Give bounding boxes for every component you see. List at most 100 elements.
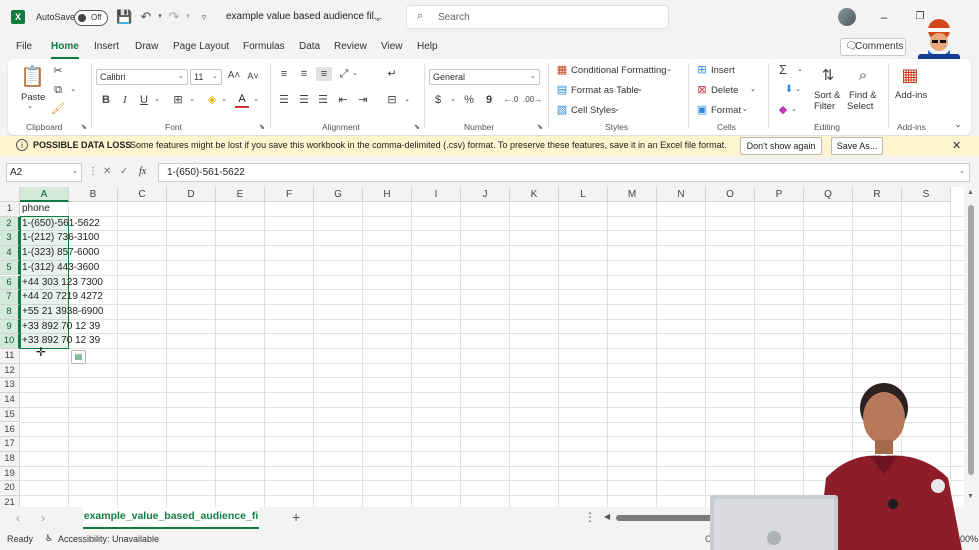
collapse-ribbon-icon[interactable]: ⌄: [952, 117, 964, 131]
row-header-18[interactable]: 18: [0, 451, 20, 467]
align-center-icon[interactable]: ☰: [297, 93, 311, 107]
row-header-17[interactable]: 17: [0, 437, 20, 452]
title-chevron-down-icon[interactable]: ⌄: [370, 10, 386, 26]
row-header-7[interactable]: 7: [0, 290, 20, 305]
sort-filter-label-2[interactable]: Filter: [814, 101, 835, 112]
scroll-left-icon[interactable]: ◀: [604, 512, 610, 521]
format-as-table-icon[interactable]: ▤: [556, 83, 568, 97]
tab-review[interactable]: Review: [334, 41, 367, 52]
column-header-g[interactable]: G: [314, 187, 363, 202]
merge-center-icon[interactable]: ⊟: [385, 93, 399, 107]
row-header-9[interactable]: 9: [0, 319, 20, 335]
increase-indent-icon[interactable]: ⇥: [356, 93, 370, 107]
row-header-12[interactable]: 12: [0, 363, 20, 379]
customize-toolbar-icon[interactable]: ▿: [196, 9, 212, 25]
clear-dropdown-icon[interactable]: ⌄: [790, 103, 798, 117]
cell-a3[interactable]: 1-(212) 736-3100: [22, 231, 99, 246]
column-header-r[interactable]: R: [853, 187, 902, 202]
prev-sheet-icon[interactable]: ‹: [16, 511, 20, 525]
scroll-up-icon[interactable]: ▲: [967, 189, 974, 196]
row-header-15[interactable]: 15: [0, 407, 20, 423]
row-header-6[interactable]: 6: [0, 275, 20, 291]
percent-button[interactable]: %: [462, 93, 476, 107]
cell-a2[interactable]: 1-(650)-561-5622: [22, 217, 100, 232]
orientation-dropdown-icon[interactable]: ⌄: [351, 67, 359, 81]
cell-a8[interactable]: +55 21 3938-6900: [22, 305, 103, 320]
add-sheet-button[interactable]: +: [292, 509, 300, 525]
name-box[interactable]: A2 ⌄: [6, 163, 82, 182]
number-format-select[interactable]: General ⌄: [429, 69, 540, 85]
column-header-q[interactable]: Q: [804, 187, 853, 202]
alignment-launcher-icon[interactable]: ⬊: [414, 123, 420, 131]
autosave-toggle[interactable]: Off: [74, 10, 108, 26]
minimize-icon[interactable]: –: [874, 8, 894, 26]
row-header-3[interactable]: 3: [0, 231, 20, 247]
cut-icon[interactable]: ✂: [51, 64, 65, 78]
middle-align-icon[interactable]: ≡: [297, 67, 311, 81]
accessibility-status[interactable]: Accessibility: Unavailable: [58, 534, 159, 544]
column-header-h[interactable]: H: [363, 187, 412, 202]
underline-button[interactable]: U: [138, 93, 150, 107]
column-header-f[interactable]: F: [265, 187, 314, 202]
search-box[interactable]: ⌕ Search: [406, 5, 669, 29]
paste-icon[interactable]: 📋: [20, 65, 45, 89]
row-header-13[interactable]: 13: [0, 378, 20, 394]
column-header-s[interactable]: S: [902, 187, 951, 202]
format-cells-button[interactable]: Format: [711, 105, 741, 116]
column-header-k[interactable]: K: [510, 187, 559, 202]
row-header-1[interactable]: 1: [0, 202, 20, 217]
insert-cells-button[interactable]: Insert: [711, 65, 735, 76]
save-as-button[interactable]: Save As...: [831, 137, 883, 155]
italic-button[interactable]: I: [119, 93, 131, 107]
copy-dropdown-icon[interactable]: ⌄: [68, 83, 78, 97]
user-avatar[interactable]: [838, 8, 856, 26]
formula-input[interactable]: 1-(650)-561-5622 ⌄: [158, 163, 970, 182]
paste-label[interactable]: Paste: [21, 92, 45, 103]
conditional-formatting-button[interactable]: Conditional Formatting: [571, 65, 667, 76]
column-header-c[interactable]: C: [118, 187, 167, 202]
tab-help[interactable]: Help: [417, 41, 438, 52]
tab-insert[interactable]: Insert: [94, 41, 119, 52]
cell-a5[interactable]: 1-(312) 443-3600: [22, 261, 99, 276]
font-color-dropdown-icon[interactable]: ⌄: [252, 93, 260, 107]
format-cells-dropdown-icon[interactable]: ⌄: [742, 105, 748, 113]
paste-dropdown-icon[interactable]: ⌄: [27, 102, 33, 110]
font-name-select[interactable]: Calibri ⌄: [96, 69, 188, 85]
tab-home[interactable]: Home: [51, 41, 79, 52]
find-select-label-1[interactable]: Find &: [849, 90, 876, 101]
redo-dropdown-icon[interactable]: ▾: [180, 9, 196, 25]
row-header-19[interactable]: 19: [0, 466, 20, 482]
row-header-8[interactable]: 8: [0, 304, 20, 320]
conditional-formatting-dropdown-icon[interactable]: ⌄: [666, 65, 672, 73]
row-header-5[interactable]: 5: [0, 260, 20, 276]
addins-button[interactable]: Add-ins: [895, 90, 927, 101]
borders-dropdown-icon[interactable]: ⌄: [188, 93, 196, 107]
column-header-n[interactable]: N: [657, 187, 706, 202]
row-header-20[interactable]: 20: [0, 481, 20, 496]
row-header-16[interactable]: 16: [0, 422, 20, 438]
column-header-d[interactable]: D: [167, 187, 216, 202]
decrease-decimal-icon[interactable]: .00→: [523, 93, 542, 107]
column-header-i[interactable]: I: [412, 187, 461, 202]
decrease-indent-icon[interactable]: ⇤: [336, 93, 350, 107]
format-as-table-dropdown-icon[interactable]: ⌄: [637, 85, 643, 93]
row-header-14[interactable]: 14: [0, 393, 20, 408]
delete-cells-dropdown-icon[interactable]: ⌄: [750, 85, 756, 93]
comments-button[interactable]: 🗨 Comments: [840, 38, 906, 56]
insert-cells-dropdown-icon[interactable]: ⌄: [797, 65, 803, 73]
font-size-select[interactable]: 11 ⌄: [190, 69, 222, 85]
cell-styles-button[interactable]: Cell Styles: [571, 105, 616, 116]
row-header-4[interactable]: 4: [0, 246, 20, 261]
increase-decimal-icon[interactable]: ←.0: [503, 93, 519, 107]
tab-view[interactable]: View: [381, 41, 403, 52]
sort-filter-label-1[interactable]: Sort &: [814, 90, 840, 101]
column-header-a[interactable]: A: [20, 187, 69, 202]
autosum-button[interactable]: Σ: [776, 63, 790, 77]
format-painter-icon[interactable]: 🖌: [51, 102, 65, 116]
row-header-11[interactable]: 11: [0, 349, 20, 364]
wrap-text-icon[interactable]: ↵: [385, 67, 399, 81]
cell-a10[interactable]: +33 892 70 12 39: [22, 334, 100, 349]
tab-data[interactable]: Data: [299, 41, 320, 52]
number-launcher-icon[interactable]: ⬊: [537, 123, 543, 131]
tab-page-layout[interactable]: Page Layout: [173, 41, 229, 52]
